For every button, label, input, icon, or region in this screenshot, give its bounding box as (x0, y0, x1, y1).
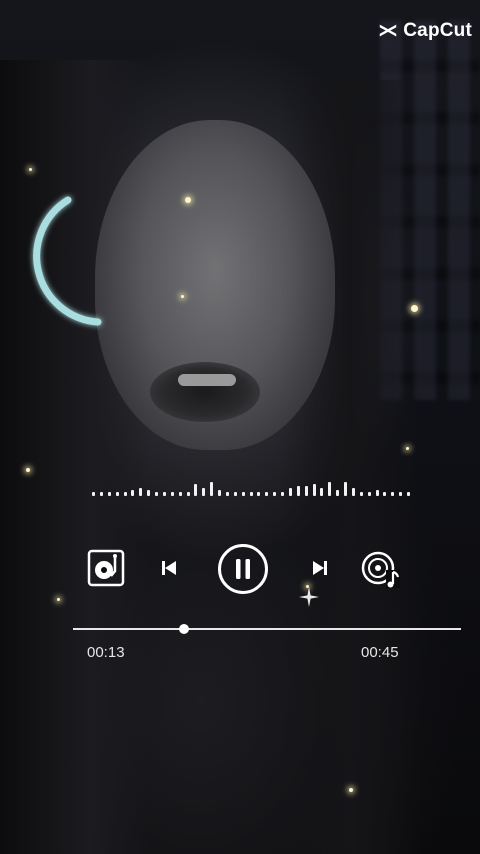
equalizer-bar (170, 492, 174, 496)
equalizer-bar (265, 492, 269, 496)
pause-icon (218, 544, 268, 594)
equalizer-bar (383, 492, 387, 496)
equalizer-bar (131, 490, 135, 496)
skip-previous-icon (162, 561, 176, 575)
sparkle (411, 305, 418, 312)
sparkle (185, 197, 191, 203)
teeth-highlight (178, 374, 236, 386)
equalizer-bar (288, 488, 292, 496)
equalizer-bar (344, 482, 347, 496)
equalizer-bar (194, 484, 198, 496)
equalizer-bar (99, 492, 103, 496)
equalizer-bar (123, 492, 127, 496)
mouth-shadow (150, 362, 260, 422)
equalizer-bar (139, 488, 143, 496)
playlist-button[interactable] (86, 548, 126, 588)
capcut-logo-icon (380, 24, 397, 37)
total-time: 00:45 (361, 644, 399, 661)
audio-equalizer (92, 478, 410, 496)
sparkle (29, 168, 32, 171)
turntable-icon (87, 549, 125, 587)
equalizer-bar (107, 492, 111, 496)
equalizer-bar (147, 490, 151, 496)
video-frame: CapCut 00:13 00:45 (0, 0, 480, 854)
player-controls (0, 540, 480, 600)
equalizer-bar (296, 486, 300, 496)
equalizer-bar (351, 488, 355, 496)
equalizer-bar (249, 492, 253, 496)
skip-next-icon (313, 561, 327, 575)
equalizer-bar (359, 492, 363, 496)
equalizer-bar (304, 486, 308, 496)
equalizer-bar (225, 492, 229, 496)
equalizer-bar (375, 490, 379, 496)
equalizer-bar (178, 492, 182, 496)
pause-button[interactable] (216, 542, 270, 596)
equalizer-bar (320, 488, 324, 496)
equalizer-bar (281, 492, 284, 496)
equalizer-bar (257, 492, 261, 496)
music-button[interactable] (360, 548, 402, 590)
sparkle (181, 295, 184, 298)
next-button[interactable] (306, 554, 334, 582)
previous-button[interactable] (155, 554, 183, 582)
progress-thumb[interactable] (179, 624, 190, 634)
equalizer-bar (218, 490, 221, 496)
current-time: 00:13 (87, 644, 125, 661)
equalizer-bar (328, 482, 332, 496)
equalizer-bar (115, 492, 119, 496)
equalizer-bar (399, 492, 403, 496)
sparkle (349, 788, 353, 792)
equalizer-bar (155, 492, 158, 496)
brand-name: CapCut (403, 20, 472, 41)
equalizer-bar (312, 484, 316, 496)
equalizer-bar (202, 488, 206, 496)
equalizer-bar (241, 492, 245, 496)
equalizer-bar (367, 492, 371, 496)
equalizer-bar (391, 492, 395, 496)
equalizer-bar (336, 490, 340, 496)
equalizer-bar (407, 492, 410, 496)
equalizer-bar (186, 492, 190, 496)
sparkle (26, 468, 30, 472)
progress-track[interactable] (73, 624, 461, 634)
music-disc-icon (361, 551, 400, 588)
equalizer-bar (233, 492, 237, 496)
equalizer-bar (273, 492, 277, 496)
capcut-watermark: CapCut (377, 20, 472, 42)
glow-arc (33, 196, 102, 326)
sparkle (406, 447, 409, 450)
equalizer-bar (162, 492, 166, 496)
equalizer-bar (92, 492, 95, 496)
equalizer-bar (210, 482, 214, 496)
